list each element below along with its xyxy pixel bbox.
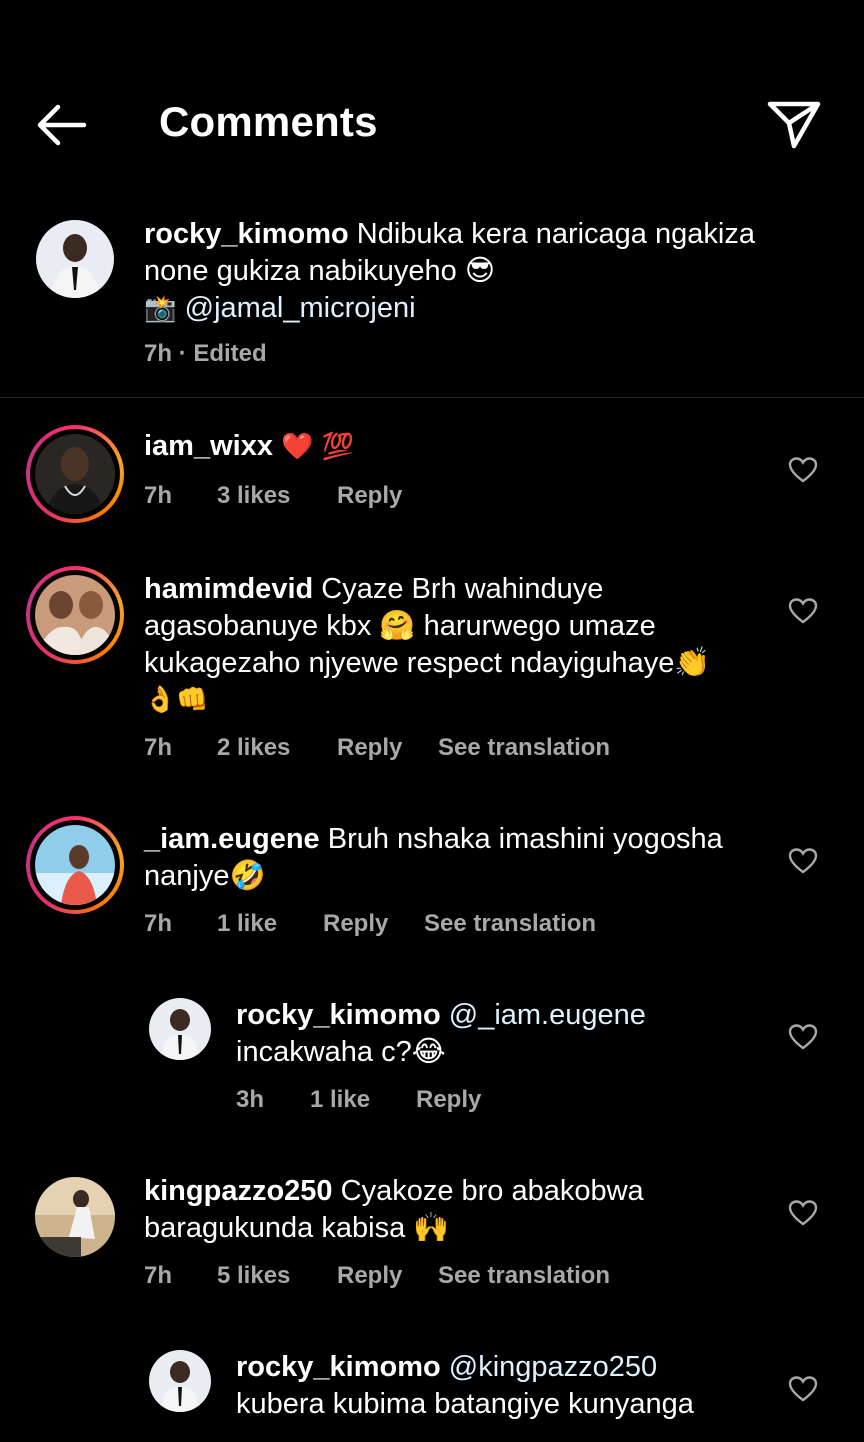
caption-username[interactable]: rocky_kimomo [144, 218, 349, 250]
share-button[interactable] [764, 96, 824, 152]
mention-link[interactable]: @_iam.eugene [441, 999, 646, 1031]
comment-text: Cyaze Brh wahinduye [313, 573, 604, 605]
reply-button[interactable]: Reply [337, 734, 402, 762]
see-translation-button[interactable]: See translation [438, 1262, 610, 1290]
caption-meta: 7h · Edited [144, 340, 267, 367]
comment-time: 7h [144, 482, 173, 509]
comment-text: incakwaha c?😂 [236, 1036, 446, 1068]
reply-button[interactable]: Reply [416, 1086, 481, 1114]
comment-time: 7h [144, 1262, 173, 1289]
comment-text: ❤️ 💯 [272, 432, 355, 462]
heart-icon [788, 598, 818, 624]
avatar [35, 575, 115, 655]
avatar[interactable] [35, 1177, 115, 1257]
comment-text: kubera kubima batangiye kunyanga [236, 1388, 694, 1420]
arrow-left-icon [37, 104, 87, 146]
story-ring[interactable] [26, 816, 124, 914]
mention-link[interactable]: @jamal_microjeni [185, 292, 416, 324]
comment-text: nanjye🤣 [144, 860, 266, 892]
likes-count[interactable]: 3 likes [217, 482, 290, 510]
mention-link[interactable]: @kingpazzo250 [441, 1351, 657, 1383]
avatar[interactable] [36, 220, 114, 298]
avatar [35, 825, 115, 905]
heart-icon [788, 848, 818, 874]
divider [0, 397, 864, 398]
reply-button[interactable]: Reply [337, 482, 402, 510]
likes-count[interactable]: 5 likes [217, 1262, 290, 1290]
like-button[interactable] [788, 1199, 818, 1227]
story-ring[interactable] [26, 566, 124, 664]
back-button[interactable] [34, 100, 90, 150]
comment-username[interactable]: iam_wixx [144, 430, 273, 462]
comment-username[interactable]: rocky_kimomo [236, 1351, 441, 1383]
heart-icon [788, 1200, 818, 1226]
likes-count[interactable]: 2 likes [217, 734, 290, 762]
header-bar: Comments [0, 0, 864, 200]
comment-text: Bruh nshaka imashini yogosha [319, 823, 723, 855]
like-button[interactable] [788, 847, 818, 875]
comment-text: agasobanuye kbx 🤗 harurwego umaze [144, 610, 656, 642]
comment-text: kukagezaho njyewe respect ndayiguhaye👏 [144, 647, 711, 679]
comment-time: 3h [236, 1086, 265, 1113]
likes-count[interactable]: 1 like [310, 1086, 370, 1114]
heart-icon [788, 1376, 818, 1402]
caption-text-line: Ndibuka kera naricaga ngakiza [348, 218, 755, 250]
reply-button[interactable]: Reply [337, 1262, 402, 1290]
reply-button[interactable]: Reply [323, 910, 388, 938]
like-button[interactable] [788, 1023, 818, 1051]
avatar[interactable] [149, 1350, 211, 1412]
comment-text: baragukunda kabisa 🙌 [144, 1212, 450, 1244]
avatar[interactable] [149, 998, 211, 1060]
like-button[interactable] [788, 1375, 818, 1403]
comment-text: 👌👊 [144, 685, 209, 715]
heart-icon [788, 1024, 818, 1050]
comment-username[interactable]: kingpazzo250 [144, 1175, 333, 1207]
comment-text: Cyakoze bro abakobwa [332, 1175, 644, 1207]
comment-time: 7h [144, 910, 173, 937]
comment-username[interactable]: rocky_kimomo [236, 999, 441, 1031]
see-translation-button[interactable]: See translation [438, 734, 610, 762]
story-ring[interactable] [26, 425, 124, 523]
see-translation-button[interactable]: See translation [424, 910, 596, 938]
like-button[interactable] [788, 597, 818, 625]
likes-count[interactable]: 1 like [217, 910, 277, 938]
comment-username[interactable]: _iam.eugene [144, 823, 320, 855]
page-title: Comments [159, 98, 378, 145]
paper-plane-icon [767, 101, 821, 149]
comment-username[interactable]: hamimdevid [144, 573, 313, 605]
heart-icon [788, 457, 818, 483]
caption-text-line: none gukiza nabikuyeho 😎 [144, 255, 496, 287]
like-button[interactable] [788, 456, 818, 484]
comment-time: 7h [144, 734, 173, 761]
camera-icon: 📸 [144, 294, 185, 324]
avatar [35, 434, 115, 514]
